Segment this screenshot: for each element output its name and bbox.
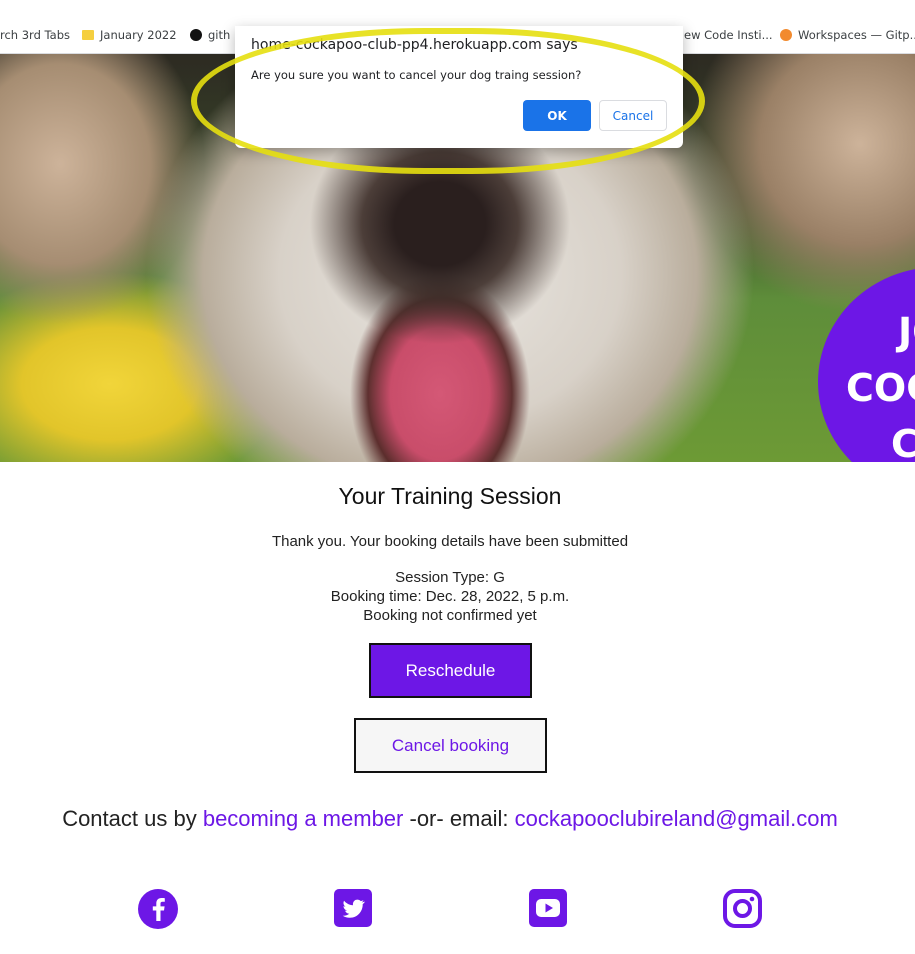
bookmark-label: gith — [208, 28, 231, 42]
cancel-booking-button[interactable]: Cancel booking — [354, 718, 547, 773]
bookmark-item[interactable]: rch 3rd Tabs — [0, 28, 70, 42]
bookmark-item[interactable]: January 2022 — [82, 28, 177, 42]
instagram-icon[interactable] — [722, 888, 764, 930]
reschedule-button[interactable]: Reschedule — [369, 643, 532, 698]
banner-line: JO — [898, 310, 915, 354]
email-link[interactable]: cockapooclubireland@gmail.com — [515, 806, 838, 831]
twitter-icon[interactable] — [333, 888, 375, 930]
bookmark-label: January 2022 — [100, 28, 177, 42]
submission-message: Thank you. Your booking details have bee… — [271, 533, 629, 550]
dialog-ok-button[interactable]: OK — [523, 100, 591, 131]
dialog-cancel-button[interactable]: Cancel — [599, 100, 667, 131]
banner-line: COCK — [846, 366, 915, 410]
join-club-banner-text[interactable]: JO COCK CL — [846, 304, 915, 462]
session-type: Session Type: G — [395, 569, 505, 586]
bookmark-label: Workspaces — Gitp... — [798, 28, 915, 42]
bookmark-item[interactable]: gith — [190, 28, 230, 42]
youtube-icon[interactable] — [528, 888, 570, 930]
become-member-link[interactable]: becoming a member — [203, 806, 404, 831]
contact-middle: -or- email: — [403, 806, 515, 831]
folder-icon — [82, 30, 94, 40]
dialog-message: Are you sure you want to cancel your dog… — [251, 68, 582, 82]
github-icon — [190, 29, 202, 41]
booking-status: Booking not confirmed yet — [363, 607, 537, 624]
page-title: Your Training Session — [338, 483, 562, 509]
gitpod-icon — [780, 29, 792, 41]
bookmark-item[interactable]: Workspaces — Gitp... — [780, 28, 915, 42]
facebook-icon[interactable] — [137, 888, 179, 930]
booking-time: Booking time: Dec. 28, 2022, 5 p.m. — [330, 588, 570, 605]
bookmark-label: rch 3rd Tabs — [0, 28, 70, 42]
bookmark-label: ew Code Insti... — [684, 28, 773, 42]
banner-line: CL — [891, 422, 915, 462]
confirm-dialog: home-cockapoo-club-pp4.herokuapp.com say… — [235, 26, 683, 148]
bookmark-item[interactable]: ew Code Insti... — [684, 28, 773, 42]
contact-prefix: Contact us by — [62, 806, 203, 831]
contact-line: Contact us by becoming a member -or- ema… — [0, 806, 900, 832]
dialog-title: home-cockapoo-club-pp4.herokuapp.com say… — [251, 37, 578, 53]
booking-details: Session Type: G Booking time: Dec. 28, 2… — [0, 568, 900, 625]
